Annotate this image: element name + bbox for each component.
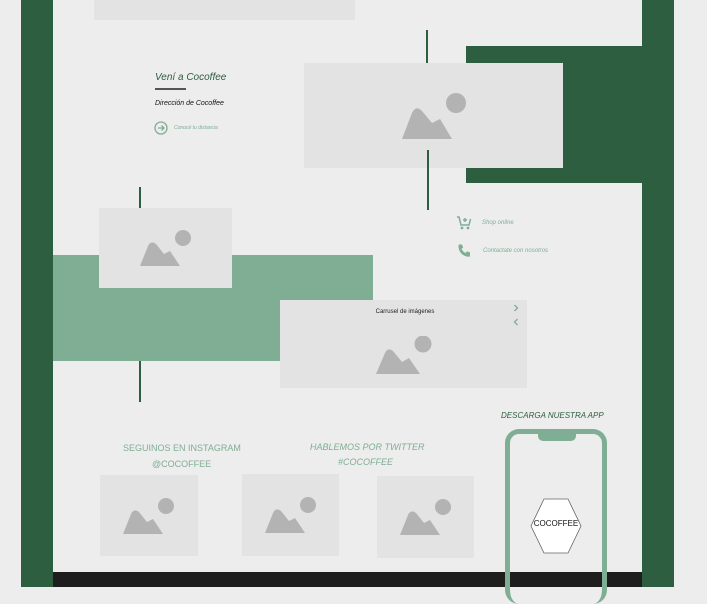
chevron-right-icon[interactable] <box>512 304 520 312</box>
divider-line-left-top <box>139 187 141 208</box>
image-placeholder-icon <box>123 497 174 534</box>
phone-icon <box>457 243 472 258</box>
carousel-title: Carrusel de imágenes <box>375 309 435 315</box>
image-placeholder-icon <box>264 497 316 533</box>
image-placeholder-icon <box>399 499 451 535</box>
distance-link[interactable]: Conocé tu distancia <box>154 121 218 135</box>
twitter-title: HABLEMOS POR TWITTER <box>310 442 425 452</box>
phone-mockup-bottom <box>505 572 510 587</box>
image-placeholder-icon <box>139 230 191 266</box>
left-side-bar <box>21 0 53 587</box>
visit-address: Dirección de Cocoffee <box>155 100 224 107</box>
twitter-image-placeholder-2[interactable] <box>377 476 474 558</box>
divider-line-left-bottom <box>139 361 141 402</box>
twitter-handle[interactable]: #COCOFFEE <box>338 457 393 467</box>
app-logo-text: COCOFFEE <box>533 519 579 528</box>
divider-line-mid <box>427 150 429 210</box>
contact-link[interactable]: Contactate con nosotros <box>457 243 548 258</box>
image-placeholder-large <box>304 63 563 168</box>
visit-title-underline <box>155 88 186 90</box>
visit-title: Vení a Cocoffee <box>155 72 227 83</box>
app-logo: COCOFFEE <box>530 498 582 554</box>
image-placeholder-icon <box>401 92 466 139</box>
image-placeholder-medium <box>99 208 232 288</box>
distance-link-label: Conocé tu distancia <box>174 125 218 131</box>
arrow-circle-right-icon <box>154 121 168 135</box>
image-placeholder-icon <box>375 335 431 374</box>
divider-line-top <box>426 30 428 67</box>
right-side-bar <box>642 0 674 587</box>
instagram-title: SEGUINOS EN INSTAGRAM <box>123 443 241 453</box>
footer-bar <box>53 572 642 587</box>
twitter-image-placeholder-1[interactable] <box>242 474 339 556</box>
shop-online-link[interactable]: Shop online <box>456 215 514 231</box>
phone-mockup-bottom-right <box>602 572 607 587</box>
shop-online-label: Shop online <box>482 220 514 226</box>
top-banner-placeholder <box>94 0 355 20</box>
image-carousel[interactable]: Carrusel de imágenes <box>280 300 527 388</box>
phone-notch <box>538 431 576 441</box>
instagram-image-placeholder[interactable] <box>100 475 198 556</box>
instagram-handle[interactable]: @COCOFFEE <box>152 459 211 469</box>
cart-plus-icon <box>456 215 472 231</box>
app-download-title: DESCARGA NUESTRA APP <box>501 411 604 420</box>
chevron-left-icon[interactable] <box>512 318 520 326</box>
contact-label: Contactate con nosotros <box>483 247 549 254</box>
